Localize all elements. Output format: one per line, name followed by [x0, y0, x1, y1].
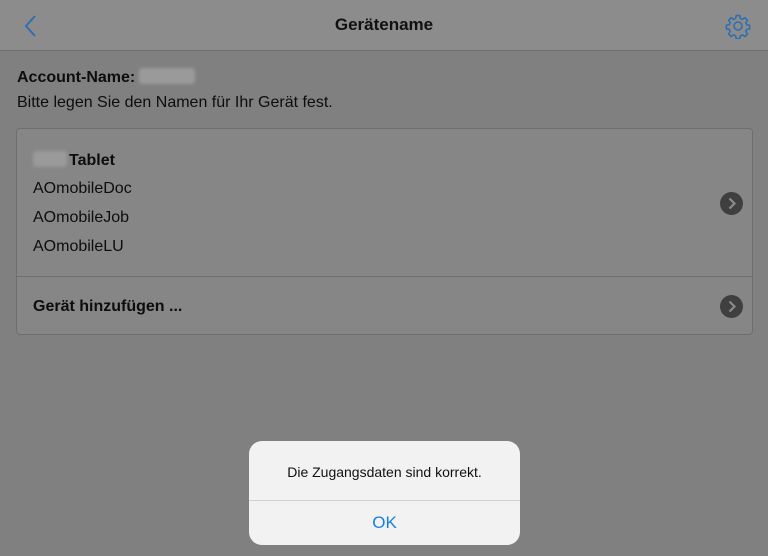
gear-icon	[725, 14, 751, 40]
account-line: Account-Name:	[17, 68, 196, 87]
redacted-device-prefix	[33, 151, 67, 167]
navbar: Gerätename	[0, 0, 768, 51]
settings-button[interactable]	[725, 13, 751, 40]
account-label: Account-Name:	[17, 69, 136, 86]
chevron-right-circle-icon[interactable]	[720, 192, 743, 215]
redacted-account-name	[139, 68, 196, 84]
device-card: Tablet AOmobileDoc AOmobileJob AOmobileL…	[16, 128, 753, 335]
alert-dialog: Die Zugangsdaten sind korrekt. OK	[249, 441, 520, 545]
device-app-item: AOmobileDoc	[33, 180, 132, 197]
device-item[interactable]: Tablet AOmobileDoc AOmobileJob AOmobileL…	[17, 129, 752, 277]
ok-button[interactable]: OK	[249, 501, 520, 545]
chevron-right-circle-icon[interactable]	[720, 295, 743, 318]
device-app-item: AOmobileLU	[33, 238, 124, 255]
device-name: Tablet	[33, 151, 115, 170]
alert-message: Die Zugangsdaten sind korrekt.	[287, 464, 482, 480]
page-title: Gerätename	[334, 15, 434, 34]
add-device-label: Gerät hinzufügen ...	[33, 298, 183, 315]
add-device-button[interactable]: Gerät hinzufügen ...	[17, 278, 752, 334]
device-app-item: AOmobileJob	[33, 209, 130, 226]
device-name-suffix: Tablet	[69, 152, 115, 169]
device-name-hint: Bitte legen Sie den Namen für Ihr Gerät …	[17, 94, 333, 111]
